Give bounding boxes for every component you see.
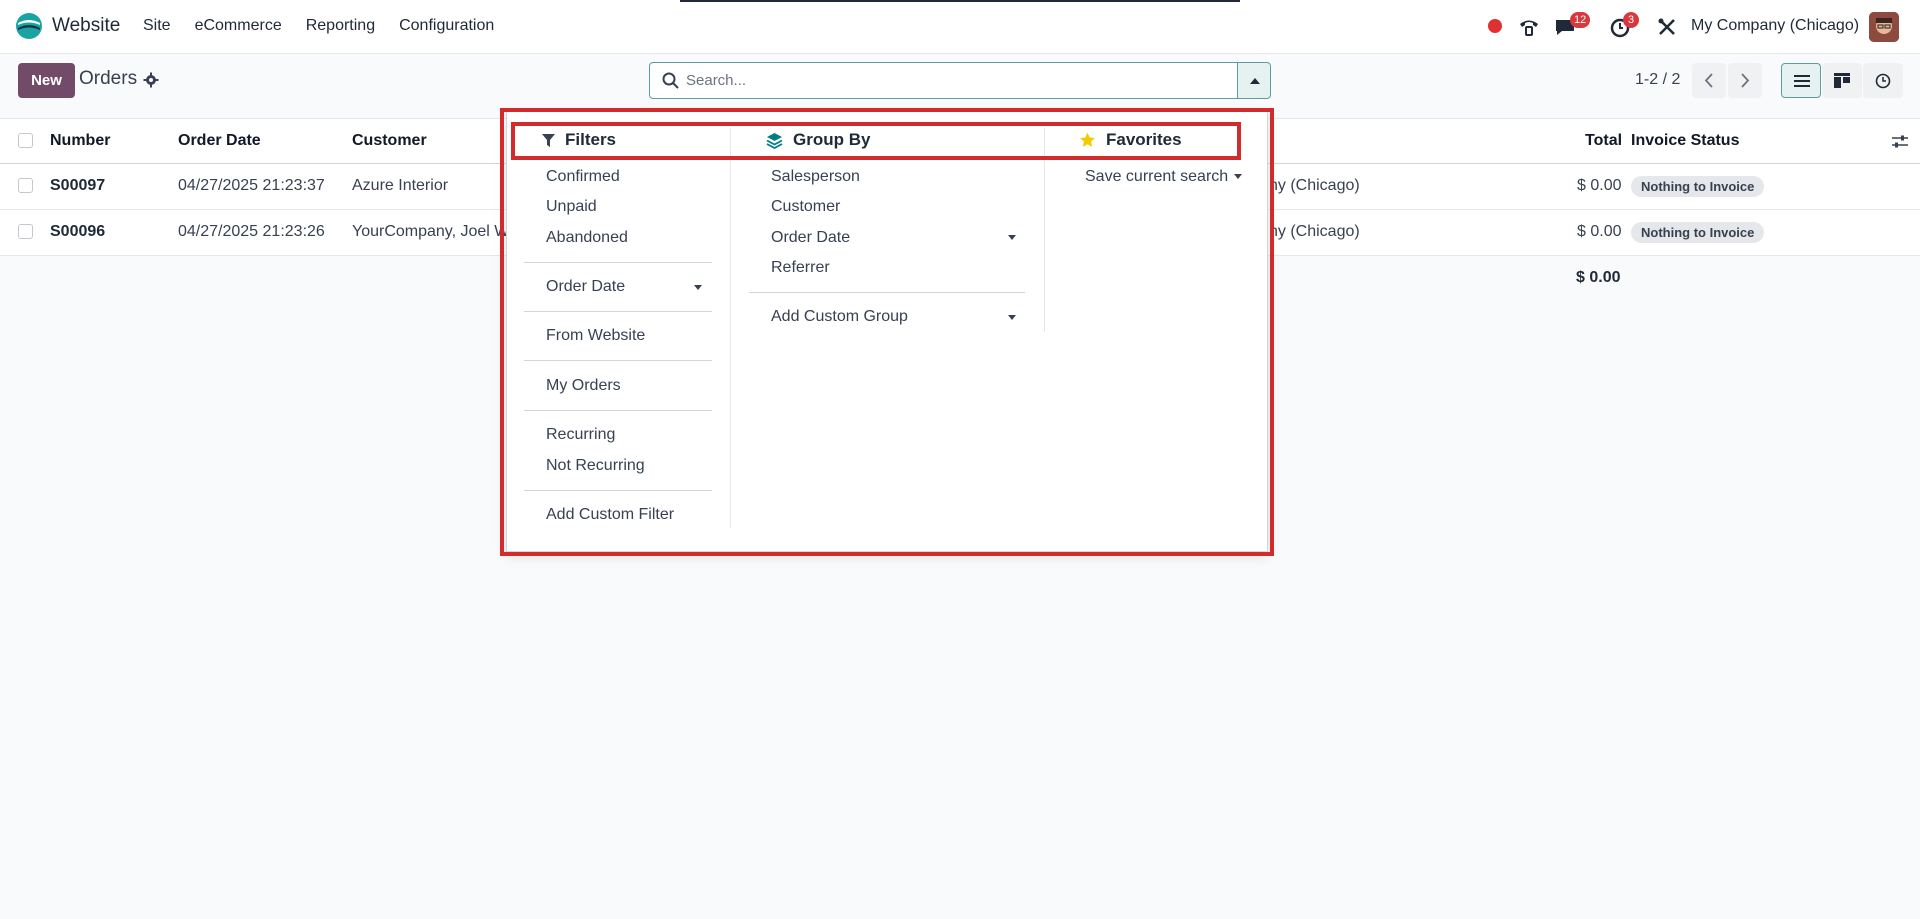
order-number: S00097 — [50, 177, 106, 194]
filter-not-recurring[interactable]: Not Recurring — [546, 457, 645, 475]
new-button[interactable]: New — [18, 63, 75, 98]
pager-next-button[interactable] — [1728, 63, 1762, 98]
menu-reporting[interactable]: Reporting — [306, 17, 375, 35]
chevron-right-icon — [1741, 73, 1750, 88]
menu-divider — [524, 360, 712, 361]
company-switcher[interactable]: My Company (Chicago) — [1691, 17, 1859, 35]
filters-header: Filters — [542, 130, 616, 150]
menu-divider — [524, 262, 712, 263]
filter-abandoned[interactable]: Abandoned — [546, 229, 628, 247]
search-options-toggle[interactable] — [1237, 62, 1271, 99]
page-title: Orders — [79, 68, 138, 89]
order-total: $ 0.00 — [1577, 177, 1622, 194]
group-by-title: Group By — [793, 130, 871, 149]
messages-badge: 12 — [1570, 12, 1591, 28]
pager-value[interactable]: 1-2 / 2 — [1635, 71, 1680, 89]
top-progress-line — [680, 0, 1240, 2]
star-icon — [1080, 132, 1095, 147]
filters-title: Filters — [565, 130, 617, 149]
recording-indicator-icon[interactable] — [1488, 19, 1502, 33]
filter-order-date[interactable]: Order Date — [546, 278, 625, 296]
menu-divider — [749, 292, 1025, 293]
status-badge: Nothing to Invoice — [1631, 222, 1765, 243]
search-input[interactable] — [686, 63, 1226, 98]
order-number: S00096 — [50, 223, 106, 240]
col-order-date[interactable]: Order Date — [178, 132, 261, 150]
col-total[interactable]: Total — [1585, 132, 1622, 150]
menu-divider — [524, 311, 712, 312]
group-order-date[interactable]: Order Date — [771, 229, 850, 247]
kanban-view-button[interactable] — [1822, 63, 1862, 98]
menu-configuration[interactable]: Configuration — [399, 17, 494, 35]
filter-my-orders[interactable]: My Orders — [546, 377, 621, 395]
optional-columns-icon[interactable] — [1892, 135, 1908, 149]
order-total: $ 0.00 — [1577, 223, 1622, 240]
grand-total: $ 0.00 — [1576, 269, 1621, 286]
order-customer: YourCompany, Joel W — [352, 223, 510, 240]
order-customer: Azure Interior — [352, 177, 449, 194]
order-date: 04/27/2025 21:23:26 — [178, 223, 325, 240]
clock-icon — [1875, 73, 1891, 89]
caret-down-icon — [1008, 315, 1016, 320]
favorites-title: Favorites — [1106, 130, 1182, 149]
row-checkbox[interactable] — [18, 224, 33, 239]
group-customer[interactable]: Customer — [771, 198, 840, 216]
group-salesperson[interactable]: Salesperson — [771, 168, 860, 186]
list-icon — [1794, 75, 1810, 87]
activity-view-button[interactable] — [1863, 63, 1903, 98]
col-invoice-status[interactable]: Invoice Status — [1631, 132, 1739, 150]
tools-icon[interactable] — [1655, 15, 1679, 39]
caret-down-icon — [694, 285, 702, 290]
filter-from-website[interactable]: From Website — [546, 327, 645, 345]
group-referrer[interactable]: Referrer — [771, 259, 830, 277]
status-badge: Nothing to Invoice — [1631, 176, 1765, 197]
caret-down-icon — [1008, 235, 1016, 240]
search-bar — [649, 62, 1238, 99]
main-menu: Site eCommerce Reporting Configuration — [143, 17, 518, 35]
caret-down-icon — [1234, 174, 1242, 179]
filter-icon — [542, 133, 555, 147]
kanban-icon — [1834, 73, 1850, 88]
column-divider — [1044, 128, 1045, 332]
save-current-search[interactable]: Save current search — [1085, 168, 1228, 186]
menu-divider — [524, 410, 712, 411]
row-checkbox[interactable] — [18, 178, 33, 193]
filter-recurring[interactable]: Recurring — [546, 426, 615, 444]
activities-badge: 3 — [1623, 12, 1639, 28]
filter-confirmed[interactable]: Confirmed — [546, 168, 620, 186]
pager-previous-button[interactable] — [1692, 63, 1726, 98]
add-custom-group[interactable]: Add Custom Group — [771, 308, 908, 326]
website-app-icon[interactable] — [15, 12, 43, 40]
menu-divider — [524, 490, 712, 491]
menu-site[interactable]: Site — [143, 17, 171, 35]
app-name[interactable]: Website — [52, 15, 120, 37]
menu-ecommerce[interactable]: eCommerce — [195, 17, 282, 35]
select-all-checkbox[interactable] — [18, 133, 33, 148]
phone-icon[interactable] — [1517, 15, 1541, 39]
layers-icon — [766, 132, 783, 149]
favorites-header: Favorites — [1079, 130, 1182, 150]
top-navbar: Website Site eCommerce Reporting Configu… — [0, 0, 1920, 54]
column-divider — [730, 128, 731, 528]
search-icon — [662, 72, 679, 89]
order-company: ny (Chicago) — [1269, 223, 1360, 240]
col-number[interactable]: Number — [50, 132, 110, 150]
list-view-button[interactable] — [1781, 63, 1821, 98]
add-custom-filter[interactable]: Add Custom Filter — [546, 506, 674, 524]
user-avatar[interactable] — [1869, 12, 1899, 42]
order-date: 04/27/2025 21:23:37 — [178, 177, 325, 194]
col-customer[interactable]: Customer — [352, 132, 427, 150]
filter-unpaid[interactable]: Unpaid — [546, 198, 597, 216]
gear-icon[interactable] — [143, 72, 159, 88]
order-company: ny (Chicago) — [1269, 177, 1360, 194]
group-by-header: Group By — [766, 130, 870, 150]
chevron-left-icon — [1704, 73, 1713, 88]
